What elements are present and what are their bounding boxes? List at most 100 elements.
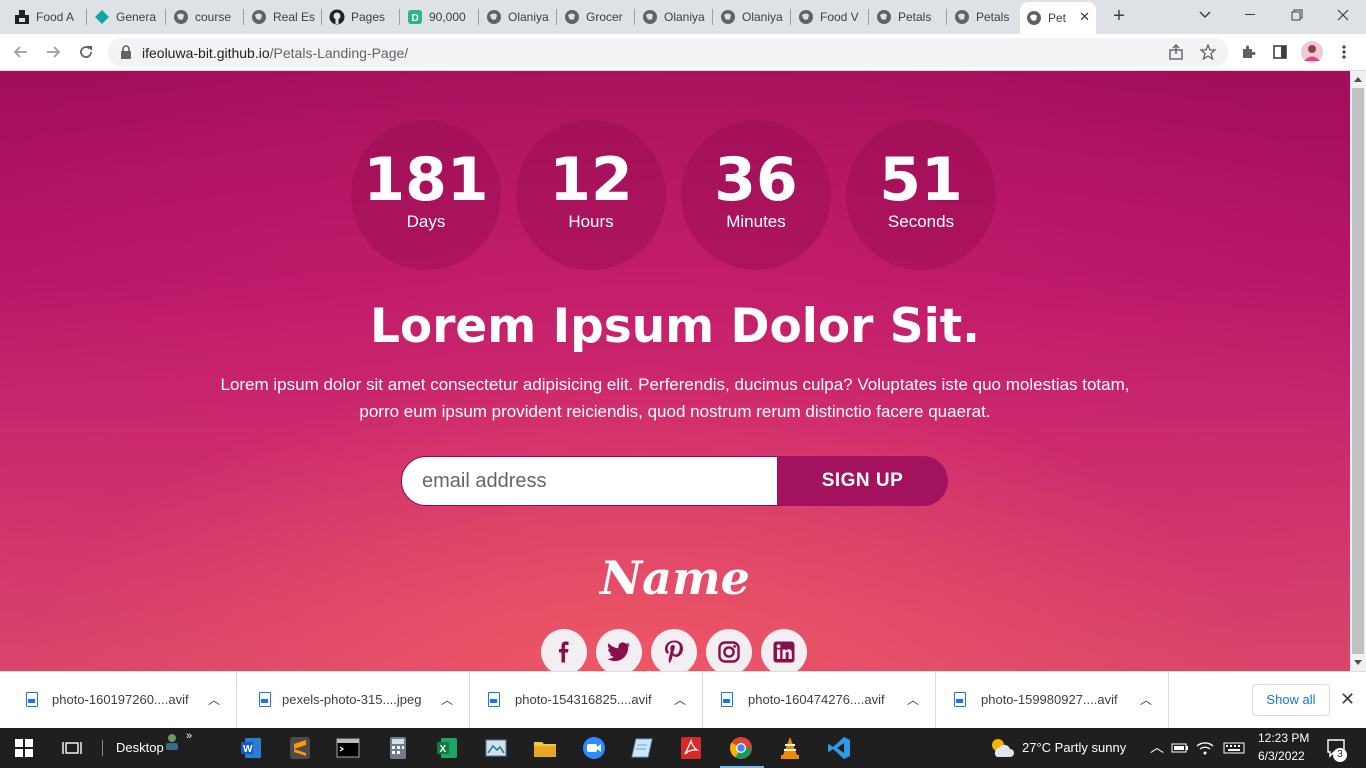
address-bar[interactable]: ifeoluwa-bit.github.io/Petals-Landing-Pa… [108,38,1228,67]
facebook-icon[interactable] [541,629,587,671]
extensions-puzzle-icon[interactable] [1236,40,1260,64]
desktop-toolbar-label[interactable]: Desktop [116,740,164,755]
user-avatar-icon[interactable] [162,732,182,752]
download-item[interactable]: photo-159980927....avif ︿ [936,672,1169,729]
calculator-icon[interactable] [384,734,412,762]
download-filename: photo-154316825....avif [515,692,652,707]
browser-tab[interactable]: course [167,3,243,31]
close-window-button[interactable] [1320,0,1366,30]
svg-text:X: X [440,744,447,755]
vscode-icon[interactable] [825,734,853,762]
browser-tab[interactable]: Food A [8,3,84,31]
file-explorer-icon[interactable] [531,734,559,762]
wifi-icon[interactable] [1195,734,1215,762]
photo-viewer-icon[interactable] [482,734,510,762]
download-filename: pexels-photo-315....jpeg [282,692,422,707]
browser-tab[interactable]: Grocer [558,3,634,31]
twitter-icon[interactable] [596,629,642,671]
download-item[interactable]: photo-160474276....avif ︿ [703,672,936,729]
svg-text:W: W [243,744,253,755]
instagram-icon[interactable] [706,629,752,671]
chevron-up-icon[interactable]: ︿ [1140,691,1152,708]
url-host: ifeoluwa-bit.github.io [142,45,270,61]
restore-button[interactable] [1274,0,1320,30]
browser-tab-active[interactable]: Pet ✕ [1020,2,1096,34]
show-all-downloads-button[interactable]: Show all [1252,684,1330,716]
task-view-icon[interactable] [58,734,86,762]
notes-app-icon[interactable] [628,734,656,762]
weather-partly-sunny-icon[interactable] [988,734,1016,762]
scroll-up-arrow[interactable] [1354,77,1362,82]
browser-tab[interactable]: D 90,000 [401,3,477,31]
excel-icon[interactable]: X [433,734,461,762]
new-tab-button[interactable]: + [1108,5,1130,27]
chevron-up-icon[interactable]: ︿ [674,691,686,708]
close-tab-icon[interactable]: ✕ [1079,9,1090,25]
email-input[interactable] [401,456,791,506]
download-item[interactable]: photo-160197260....avif ︿ [4,672,237,729]
tab-title: Pet [1048,11,1067,25]
windows-start-icon[interactable] [10,734,38,762]
weather-text[interactable]: 27°C Partly sunny [1022,740,1126,755]
globe-icon [1026,10,1042,26]
pinterest-icon[interactable] [651,629,697,671]
tab-title: Pages [351,10,386,24]
browser-tab[interactable]: Olaniya [714,3,790,31]
chevron-up-icon[interactable]: ︿ [208,691,220,708]
clock-time[interactable]: 12:23 PM [1258,731,1309,745]
zoom-icon[interactable] [580,734,608,762]
tray-overflow-chevron-icon[interactable]: ︿ [1150,737,1164,757]
sublime-text-icon[interactable] [286,734,314,762]
minimize-button[interactable] [1228,0,1274,30]
browser-tab[interactable]: Olaniya [480,3,556,31]
signup-button[interactable]: SIGN UP [777,456,948,506]
reload-button[interactable] [74,40,98,64]
battery-icon[interactable] [1170,734,1190,762]
tab-search-icon[interactable] [1182,0,1228,30]
tab-title: Olaniya [664,10,705,24]
browser-tab[interactable]: Petals [948,3,1020,31]
forward-button[interactable] [41,40,65,64]
profile-avatar[interactable] [1300,40,1324,64]
tab-separator [243,9,244,25]
download-item[interactable]: pexels-photo-315....jpeg ︿ [237,672,470,729]
acrobat-pdf-icon[interactable] [677,734,705,762]
close-shelf-icon[interactable]: ✕ [1340,689,1355,710]
scrollbar-thumb[interactable] [1352,88,1364,654]
tab-title: Olaniya [508,10,549,24]
browser-tab[interactable]: Food V [792,3,868,31]
tab-separator [634,9,635,25]
clock-date[interactable]: 6/3/2022 [1258,749,1305,763]
page-scrollbar[interactable] [1350,71,1366,671]
browser-tab[interactable]: Real Es [245,3,321,31]
download-filename: photo-159980927....avif [981,692,1118,707]
scroll-down-arrow[interactable] [1354,660,1362,665]
overflow-chevron-icon[interactable]: » [186,730,192,742]
browser-tab[interactable]: Petals [870,3,946,31]
linkedin-icon[interactable] [761,629,807,671]
chevron-up-icon[interactable]: ︿ [907,691,919,708]
menu-kebab-icon[interactable] [1332,40,1356,64]
share-icon[interactable] [1164,40,1188,64]
url-path: /Petals-Landing-Page/ [269,45,409,61]
tab-separator [321,9,322,25]
back-button[interactable] [9,40,33,64]
globe-icon [486,9,502,25]
lock-icon[interactable] [120,45,132,64]
chrome-icon[interactable] [727,734,755,762]
file-icon [259,692,271,707]
tab-title: Petals [976,10,1010,24]
tab-title: Food A [36,10,75,24]
browser-tab[interactable]: Genera [88,3,164,31]
side-panel-icon[interactable] [1268,40,1292,64]
browser-tab[interactable]: Pages [323,3,399,31]
vlc-icon[interactable] [776,734,804,762]
browser-tab[interactable]: Olaniya [636,3,712,31]
terminal-icon[interactable] [334,734,362,762]
word-icon[interactable]: W [237,734,265,762]
keyboard-input-icon[interactable] [1221,734,1247,762]
download-item[interactable]: photo-154316825....avif ︿ [470,672,703,729]
chevron-up-icon[interactable]: ︿ [441,691,453,708]
bookmark-star-icon[interactable] [1196,40,1220,64]
tab-separator [399,9,400,25]
